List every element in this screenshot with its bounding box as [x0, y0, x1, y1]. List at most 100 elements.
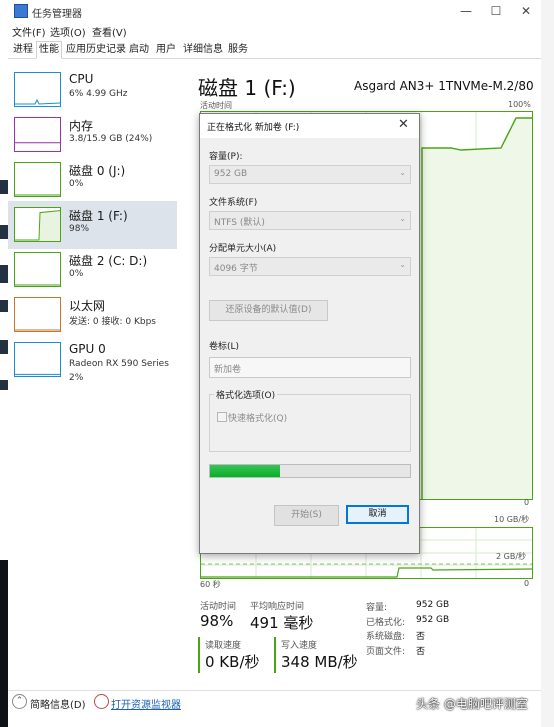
- tab-processes[interactable]: 进程: [10, 41, 36, 59]
- open-resource-monitor-link[interactable]: 打开资源监视器: [111, 696, 181, 711]
- window-title: 任务管理器: [32, 9, 82, 20]
- tab-services[interactable]: 服务: [225, 41, 251, 59]
- sidebar-item-ethernet[interactable]: 以太网 发送: 0 接收: 0 Kbps: [8, 291, 177, 339]
- menu-view[interactable]: 查看(V): [92, 24, 127, 39]
- restore-defaults-button[interactable]: 还原设备的默认值(D): [209, 300, 328, 321]
- filesystem-label: 文件系统(F): [209, 198, 258, 208]
- sidebar-item-memory[interactable]: 内存 3.8/15.9 GB (24%): [8, 111, 177, 159]
- menu-file[interactable]: 文件(F): [12, 24, 46, 39]
- tab-performance[interactable]: 性能: [36, 41, 62, 59]
- activity-graph-label: 活动时间: [200, 101, 232, 110]
- read-speed-label: 读取速度: [205, 641, 242, 651]
- performance-sidebar: CPU 6% 4.99 GHz 内存 3.8/15.9 GB (24%) 磁盘 …: [8, 60, 179, 660]
- sidebar-item-usage: 2%: [69, 373, 84, 383]
- write-speed-label: 写入速度: [281, 641, 318, 651]
- volume-label-label: 卷标(L): [209, 342, 240, 352]
- sidebar-item-detail: 0%: [69, 179, 84, 189]
- transfer-graph-mid: 2 GB/秒: [496, 552, 527, 561]
- sidebar-item-detail: 3.8/15.9 GB (24%): [69, 134, 153, 144]
- disk1-thumbnail-graph: [14, 207, 61, 242]
- sidebar-item-label: GPU 0: [69, 342, 106, 356]
- cpu-thumbnail-graph: [14, 72, 61, 107]
- chevron-down-icon: ⌄: [399, 214, 406, 223]
- disk-model: Asgard AN3+ 1TNVMe-M.2/80: [354, 79, 534, 93]
- disk0-thumbnail-graph: [14, 162, 61, 197]
- thumbnail-usage-line: [15, 194, 60, 196]
- cancel-button[interactable]: 取消: [346, 505, 409, 524]
- title-bar: 任务管理器 — ☐ ✕: [8, 0, 541, 22]
- sidebar-item-disk0[interactable]: 磁盘 0 (J:) 0%: [8, 156, 177, 204]
- thumbnail-usage-line: [15, 373, 60, 375]
- prop-capacity-label: 容量:: [366, 603, 388, 613]
- transfer-graph-max: 10 GB/秒: [494, 515, 530, 524]
- avg-response-value: 491 毫秒: [250, 614, 314, 632]
- sidebar-item-label: 内存: [69, 119, 94, 133]
- avg-response-label: 平均响应时间: [250, 602, 305, 612]
- read-speed-indicator: [198, 637, 200, 673]
- tab-startup[interactable]: 启动: [126, 41, 152, 59]
- filesystem-select-value: NTFS (默认): [214, 218, 265, 228]
- sidebar-item-label: 磁盘 2 (C: D:): [69, 254, 148, 268]
- resource-monitor-icon[interactable]: [94, 694, 109, 709]
- sidebar-item-label: 磁盘 1 (F:): [69, 209, 128, 223]
- capacity-select-value: 952 GB: [214, 169, 248, 179]
- prop-formatted-label: 已格式化:: [366, 618, 406, 628]
- tab-bar: 进程 性能 应用历史记录 启动 用户 详细信息 服务: [8, 40, 541, 59]
- dialog-title-bar: 正在格式化 新加卷 (F:) ✕: [200, 114, 419, 138]
- sidebar-item-disk2[interactable]: 磁盘 2 (C: D:) 0%: [8, 246, 177, 294]
- dialog-close-button[interactable]: ✕: [398, 117, 409, 132]
- sidebar-item-detail: 98%: [69, 224, 90, 234]
- prop-system-disk-value: 否: [416, 632, 426, 642]
- menu-options[interactable]: 选项(O): [50, 24, 86, 39]
- chevron-down-icon: ⌄: [399, 168, 406, 177]
- activity-graph-max: 100%: [508, 100, 531, 109]
- allocation-unit-select[interactable]: 4096 字节 ⌄: [209, 257, 411, 276]
- active-time-label: 活动时间: [200, 602, 237, 612]
- filesystem-select[interactable]: NTFS (默认) ⌄: [209, 211, 411, 230]
- menu-bar: 文件(F) 选项(O) 查看(V): [8, 22, 541, 39]
- graph-time-span: 60 秒: [200, 580, 221, 589]
- sidebar-item-detail: 发送: 0 接收: 0 Kbps: [69, 317, 156, 327]
- transfer-graph-zero: 0: [524, 579, 530, 588]
- thumbnail-usage-line: [15, 142, 60, 144]
- prop-page-file-value: 否: [416, 647, 426, 657]
- thumbnail-usage-line: [15, 284, 60, 286]
- prop-page-file-label: 页面文件:: [366, 647, 406, 657]
- capacity-label: 容量(P):: [209, 152, 243, 162]
- activity-graph-zero: 0: [524, 498, 530, 507]
- format-dialog: 正在格式化 新加卷 (F:) ✕ 容量(P): 952 GB ⌄ 文件系统(F)…: [199, 113, 420, 554]
- gpu-thumbnail-graph: [14, 342, 61, 377]
- read-speed-value: 0 KB/秒: [205, 653, 260, 671]
- sidebar-item-label: 以太网: [69, 299, 106, 313]
- sidebar-item-gpu[interactable]: GPU 0 Radeon RX 590 Series 2%: [8, 336, 177, 392]
- desktop-background-right: [541, 0, 554, 727]
- disk-title: 磁盘 1 (F:): [198, 76, 296, 100]
- format-progress-bar: [209, 464, 411, 478]
- prop-capacity-value: 952 GB: [416, 600, 450, 610]
- write-speed-indicator: [274, 637, 276, 673]
- collapse-arrow-icon[interactable]: ⌃: [12, 694, 27, 709]
- quick-format-checkbox[interactable]: [217, 412, 227, 422]
- capacity-select[interactable]: 952 GB ⌄: [209, 165, 411, 184]
- thumbnail-usage-line: [15, 329, 60, 331]
- allocation-unit-select-value: 4096 字节: [214, 264, 258, 274]
- quick-format-label[interactable]: 快速格式化(Q): [228, 411, 287, 424]
- tab-app-history[interactable]: 应用历史记录: [63, 41, 129, 59]
- tab-details[interactable]: 详细信息: [180, 41, 226, 59]
- volume-label-input[interactable]: 新加卷: [209, 357, 411, 378]
- minimize-button[interactable]: —: [451, 2, 481, 20]
- sidebar-item-disk1[interactable]: 磁盘 1 (F:) 98%: [8, 201, 177, 249]
- prop-formatted-value: 952 GB: [416, 615, 450, 625]
- thumbnail-usage-line: [15, 210, 61, 241]
- task-manager-icon: [14, 4, 28, 18]
- start-button[interactable]: 开始(S): [274, 505, 339, 526]
- thumbnail-usage-line: [15, 98, 61, 105]
- watermark: 头条 @电脑吧评测室: [416, 697, 528, 711]
- sidebar-item-detail: 6% 4.99 GHz: [69, 89, 128, 99]
- close-button[interactable]: ✕: [511, 2, 541, 20]
- sidebar-item-cpu[interactable]: CPU 6% 4.99 GHz: [8, 66, 177, 114]
- maximize-button[interactable]: ☐: [481, 2, 511, 20]
- tab-users[interactable]: 用户: [153, 41, 179, 59]
- format-options-label: 格式化选项(O): [214, 388, 278, 401]
- brief-info-link[interactable]: 简略信息(D): [30, 696, 86, 711]
